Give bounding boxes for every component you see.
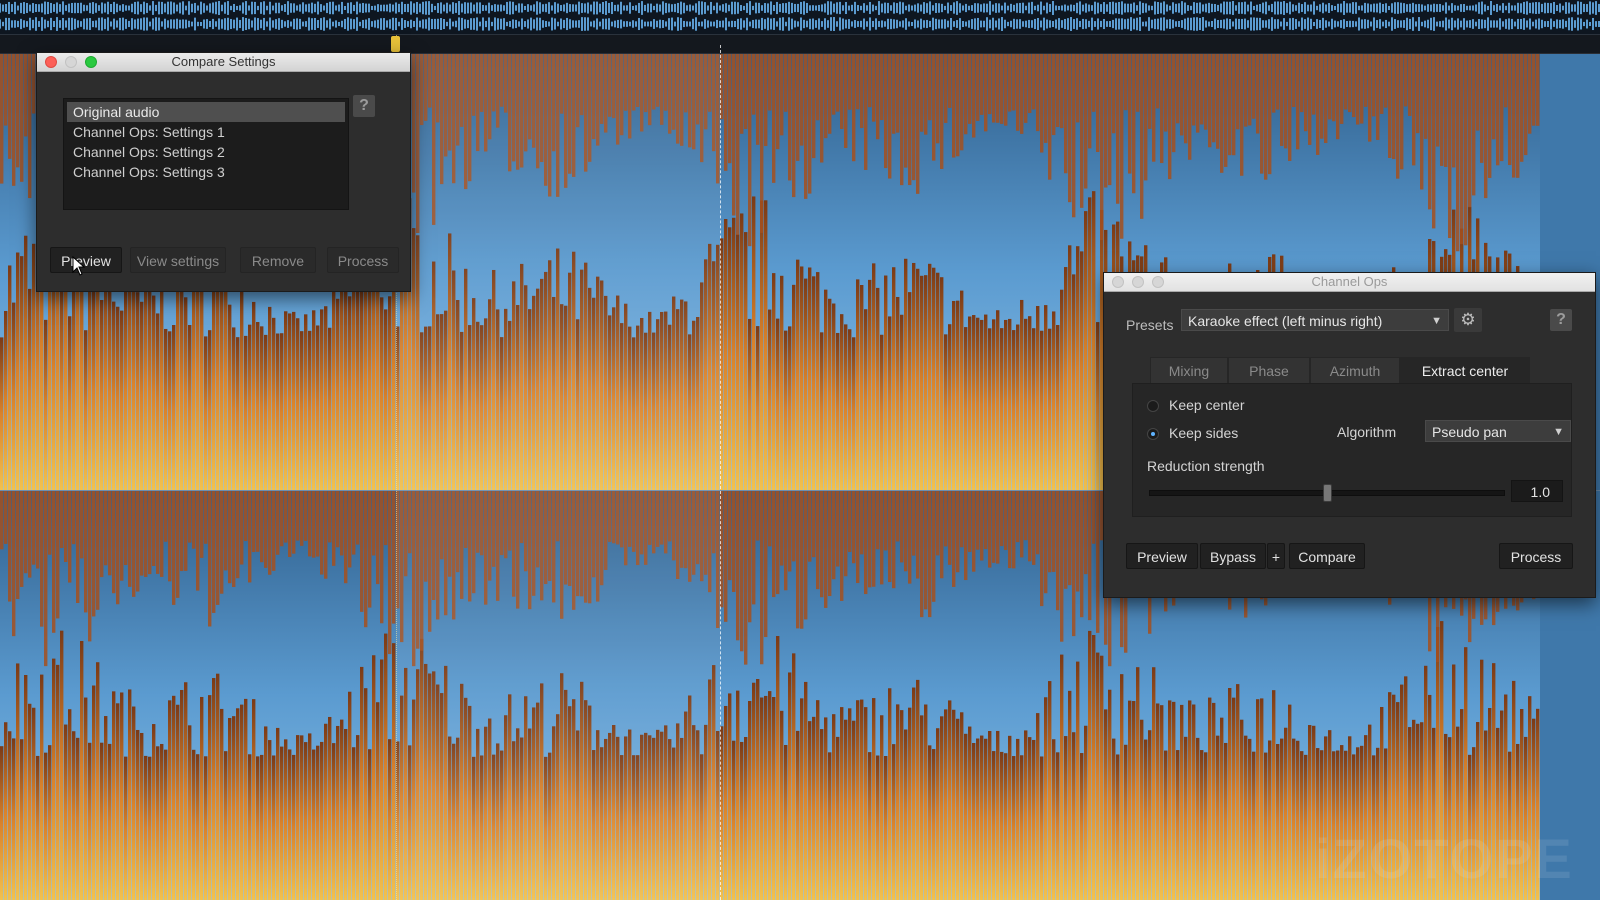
mouse-pointer-icon bbox=[72, 256, 86, 276]
minimize-window-button[interactable] bbox=[65, 56, 77, 68]
window-title: Channel Ops bbox=[1311, 274, 1388, 289]
close-window-button[interactable] bbox=[45, 56, 57, 68]
tab-extract-center[interactable]: Extract center bbox=[1400, 357, 1530, 383]
reduction-strength-value[interactable]: 1.0 bbox=[1511, 480, 1563, 502]
preview-button[interactable]: Preview bbox=[50, 247, 122, 273]
keep-sides-label[interactable]: Keep sides bbox=[1169, 425, 1238, 441]
view-settings-button[interactable]: View settings bbox=[130, 247, 226, 273]
zoom-window-button[interactable] bbox=[1152, 276, 1164, 288]
preset-dropdown[interactable]: Karaoke effect (left minus right) ▼ bbox=[1181, 309, 1449, 331]
list-item[interactable]: Original audio bbox=[67, 102, 345, 122]
compare-settings-titlebar[interactable]: Compare Settings bbox=[37, 53, 410, 72]
list-item[interactable]: Channel Ops: Settings 2 bbox=[67, 142, 345, 162]
remove-button[interactable]: Remove bbox=[240, 247, 316, 273]
process-button[interactable]: Process bbox=[1499, 543, 1573, 569]
bypass-button[interactable]: Bypass bbox=[1200, 543, 1266, 569]
settings-list[interactable]: Original audio Channel Ops: Settings 1 C… bbox=[63, 98, 349, 210]
minimize-window-button[interactable] bbox=[1132, 276, 1144, 288]
help-icon[interactable]: ? bbox=[353, 95, 375, 117]
time-selection[interactable] bbox=[396, 54, 720, 900]
help-icon[interactable]: ? bbox=[1550, 309, 1572, 331]
list-item[interactable]: Channel Ops: Settings 1 bbox=[67, 122, 345, 142]
zoom-window-button[interactable] bbox=[85, 56, 97, 68]
algorithm-value: Pseudo pan bbox=[1432, 424, 1507, 440]
algorithm-label: Algorithm bbox=[1337, 424, 1397, 440]
keep-center-label[interactable]: Keep center bbox=[1169, 397, 1245, 413]
keep-center-radio[interactable] bbox=[1147, 400, 1159, 412]
reduction-strength-slider[interactable] bbox=[1149, 484, 1505, 502]
algorithm-dropdown[interactable]: Pseudo pan ▼ bbox=[1425, 420, 1571, 442]
add-to-compare-button[interactable]: + bbox=[1267, 543, 1285, 569]
slider-thumb[interactable] bbox=[1322, 484, 1332, 502]
compare-settings-window: Compare Settings Original audio Channel … bbox=[36, 52, 411, 292]
list-item[interactable]: Channel Ops: Settings 3 bbox=[67, 162, 345, 182]
extract-center-panel: Keep center Keep sides Algorithm Pseudo … bbox=[1132, 383, 1572, 517]
dropdown-arrow-icon: ▼ bbox=[1431, 315, 1442, 327]
waveform-overview[interactable] bbox=[0, 0, 1600, 35]
dropdown-arrow-icon: ▼ bbox=[1553, 426, 1564, 438]
preset-value: Karaoke effect (left minus right) bbox=[1188, 313, 1383, 329]
channel-ops-window: Channel Ops Presets Karaoke effect (left… bbox=[1103, 272, 1596, 598]
tab-azimuth[interactable]: Azimuth bbox=[1310, 357, 1400, 383]
app-logo-watermark: iZOTOPE bbox=[1315, 827, 1574, 890]
compare-button[interactable]: Compare bbox=[1289, 543, 1365, 569]
playhead-handle[interactable] bbox=[391, 36, 400, 52]
close-window-button[interactable] bbox=[1112, 276, 1124, 288]
window-title: Compare Settings bbox=[171, 54, 276, 69]
channel-ops-titlebar[interactable]: Channel Ops bbox=[1104, 273, 1595, 292]
keep-sides-radio[interactable] bbox=[1147, 428, 1159, 440]
reduction-strength-label: Reduction strength bbox=[1147, 458, 1265, 474]
tab-phase[interactable]: Phase bbox=[1228, 357, 1310, 383]
presets-label: Presets bbox=[1126, 317, 1174, 333]
gear-icon[interactable]: ⚙ bbox=[1454, 308, 1482, 332]
tab-mixing[interactable]: Mixing bbox=[1150, 357, 1228, 383]
preview-button[interactable]: Preview bbox=[1126, 543, 1198, 569]
selection-end-marker[interactable] bbox=[720, 45, 721, 900]
process-button[interactable]: Process bbox=[327, 247, 399, 273]
